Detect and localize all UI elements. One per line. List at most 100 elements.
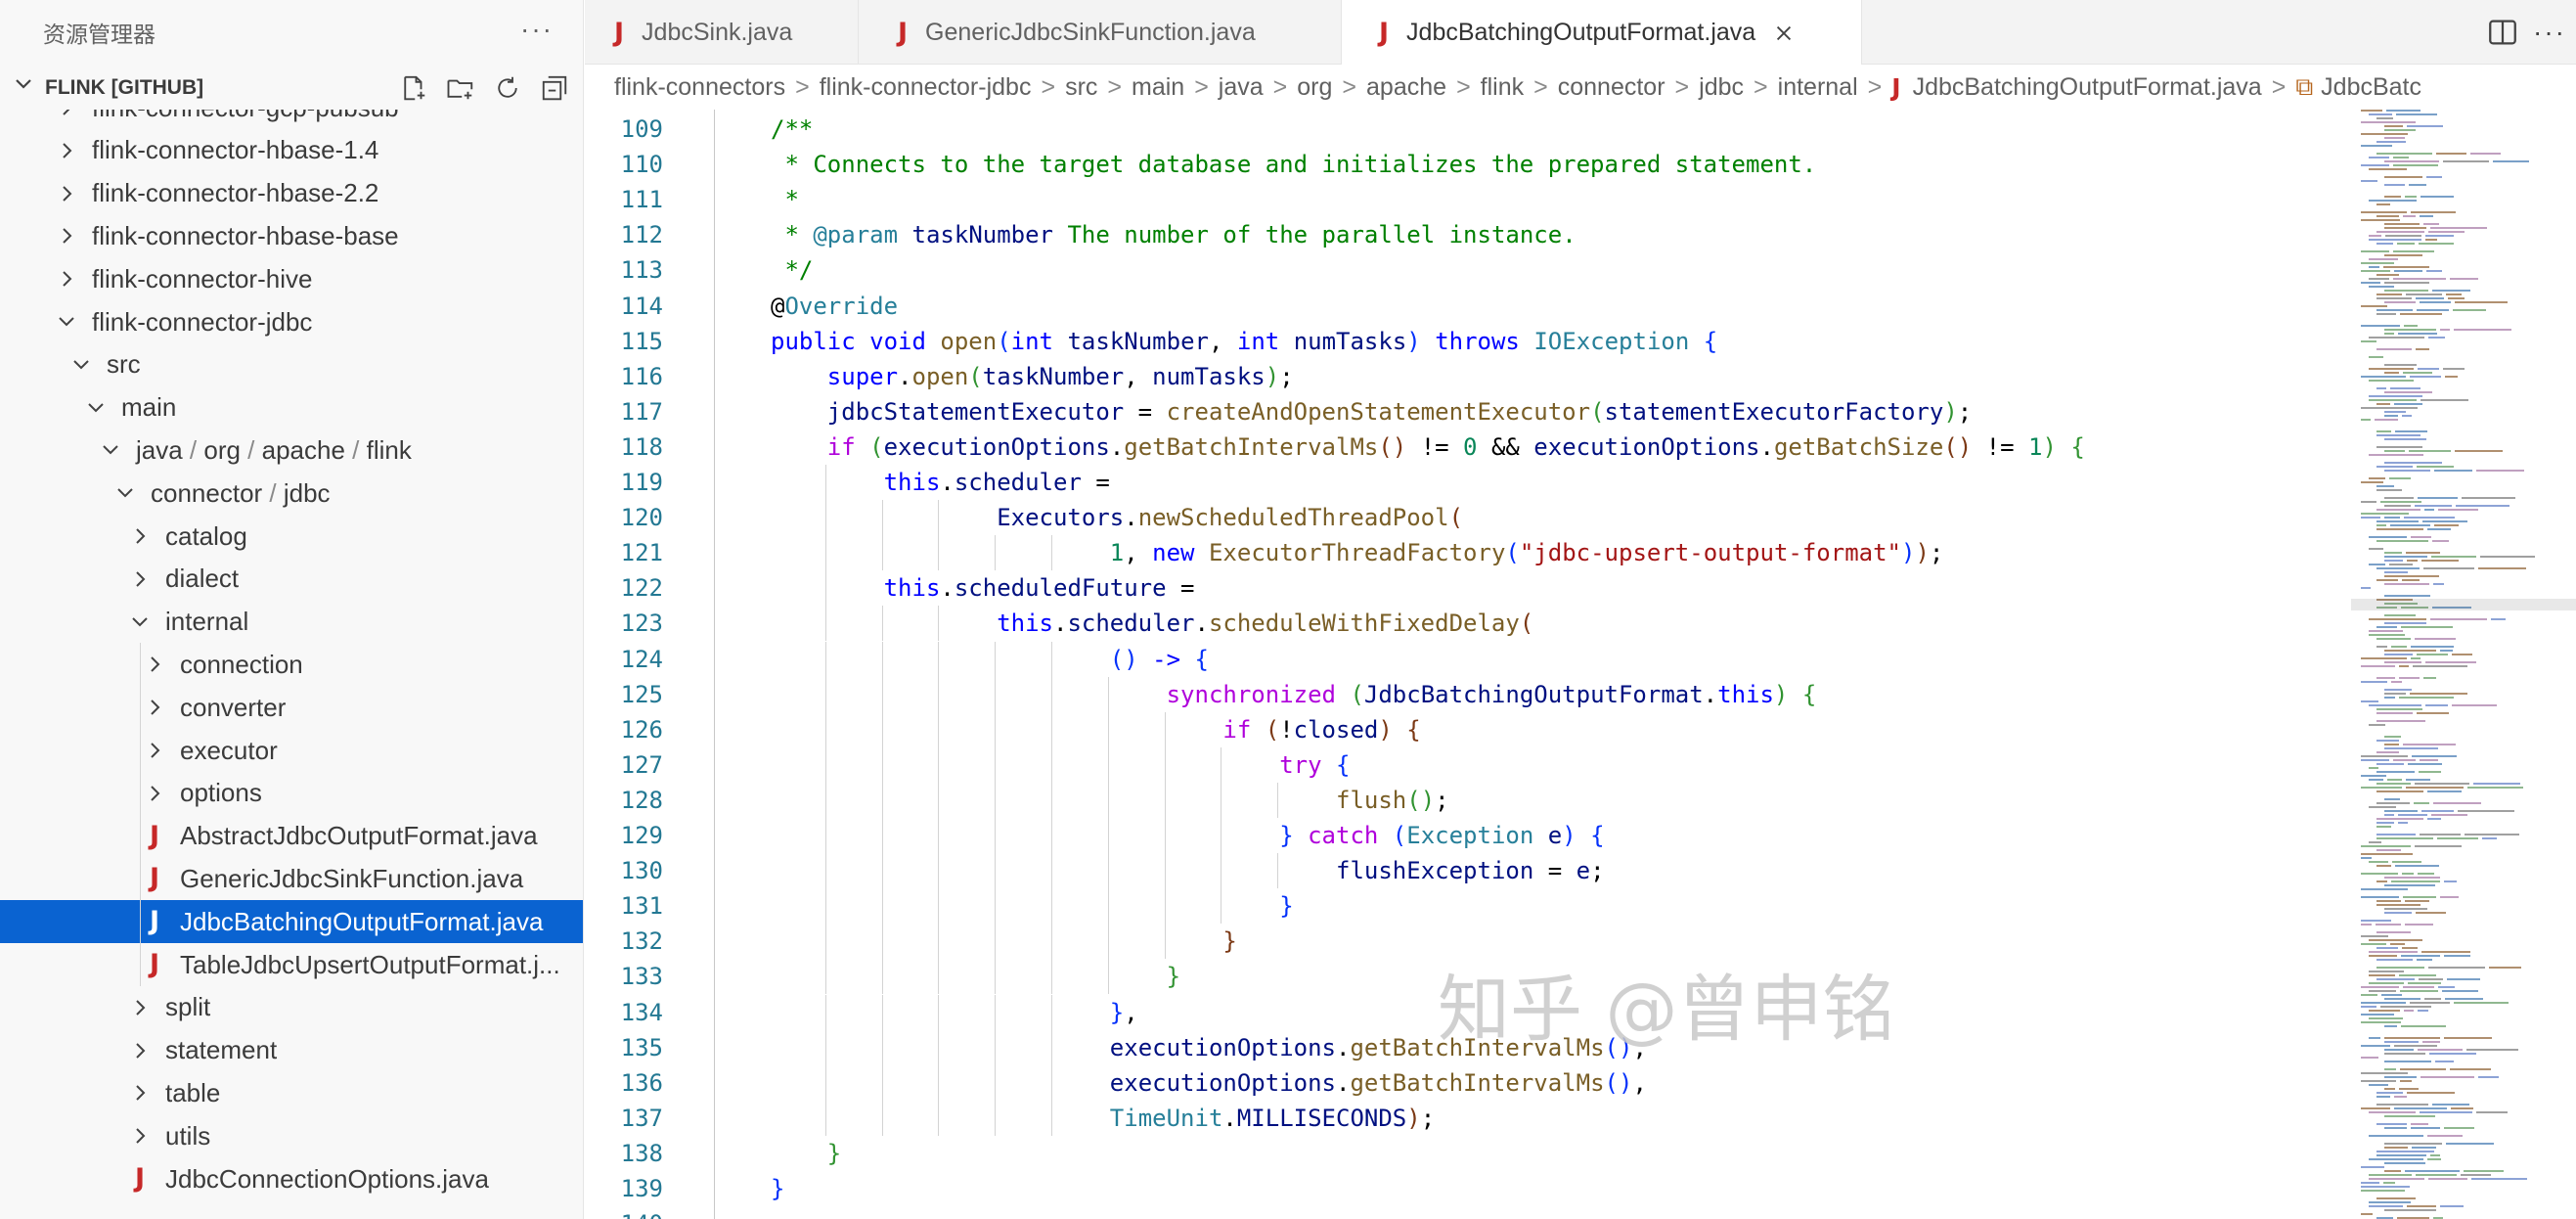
tree-file-item[interactable]: J AbstractJdbcOutputFormat.java [0, 815, 583, 858]
code-line[interactable]: try { [1279, 747, 1350, 783]
tree-folder-item[interactable]: flink-connector-hbase-2.2 [0, 172, 583, 215]
code-line[interactable]: if (!closed) { [1222, 712, 1420, 747]
tree-folder-item[interactable]: table [0, 1071, 583, 1114]
tree-folder-item[interactable]: executor [0, 729, 583, 772]
split-editor-icon[interactable] [2486, 16, 2519, 49]
refresh-button[interactable] [490, 70, 525, 106]
code-line[interactable]: * Connects to the target database and in… [771, 147, 1816, 182]
tree-folder-item[interactable]: dialect [0, 558, 583, 601]
code-line[interactable]: * [771, 182, 798, 217]
tree-folder-item[interactable]: connector / jdbc [0, 472, 583, 515]
tree-item-label: internal [165, 607, 249, 637]
minimap-line [2394, 1045, 2437, 1047]
code-token: = [1533, 857, 1577, 885]
code-line[interactable]: Executors.newScheduledThreadPool( [997, 500, 1463, 535]
tree-folder-item[interactable]: flink-connector-gcp-pubsub [0, 110, 583, 129]
indent-guide [824, 1100, 826, 1136]
tree-folder-item[interactable]: converter [0, 686, 583, 729]
code-line[interactable]: executionOptions.getBatchIntervalMs(), [1110, 1065, 1647, 1101]
breadcrumb-item[interactable]: jdbc [1699, 73, 1744, 102]
tree-file-item[interactable]: J TableJdbcUpsertOutputFormat.j... [0, 943, 583, 986]
minimap-line [2430, 227, 2487, 229]
code-line[interactable]: /** [771, 112, 813, 147]
code-line[interactable]: public void open(int taskNumber, int num… [771, 324, 1717, 359]
tab-generic-jdbc-sink-function[interactable]: J GenericJdbcSinkFunction.java [859, 0, 1342, 65]
breadcrumb-item[interactable]: connector [1558, 73, 1666, 102]
tree-folder-item[interactable]: flink-connector-hive [0, 257, 583, 300]
new-folder-button[interactable] [443, 70, 478, 106]
code-line[interactable]: * @param taskNumber The number of the pa… [771, 217, 1576, 252]
breadcrumb-item[interactable]: org [1297, 73, 1332, 102]
tree-file-item[interactable]: J GenericJdbcSinkFunction.java [0, 857, 583, 900]
new-file-button[interactable] [396, 70, 431, 106]
minimap-line [2394, 1107, 2447, 1109]
tree-folder-item[interactable]: statement [0, 1029, 583, 1072]
tree-folder-item[interactable]: options [0, 772, 583, 815]
close-icon[interactable] [1773, 23, 1795, 44]
code-line[interactable]: this.scheduler = [884, 465, 1110, 500]
breadcrumb-item[interactable]: apache [1366, 73, 1446, 102]
minimap-line [2369, 477, 2385, 479]
code-line[interactable]: this.scheduledFuture = [884, 570, 1195, 606]
breadcrumb: flink-connectors > flink-connector-jdbc > sr… [585, 65, 2576, 110]
breadcrumb-item[interactable]: flink-connector-jdbc [820, 73, 1032, 102]
code-line[interactable]: } [771, 1171, 784, 1206]
line-number: 110 [620, 151, 663, 179]
tab-jdbc-batching-output-format[interactable]: J JdbcBatchingOutputFormat.java [1342, 0, 1862, 66]
code-line[interactable]: } catch (Exception e) { [1279, 818, 1604, 853]
collapse-all-button[interactable] [537, 70, 572, 106]
code-line[interactable]: */ [771, 252, 813, 288]
breadcrumb-item[interactable]: flink-connectors [614, 73, 785, 102]
code-line[interactable]: flushException = e; [1336, 853, 1605, 888]
tree-folder-item[interactable]: internal [0, 601, 583, 644]
code-line[interactable]: () -> { [1110, 642, 1209, 677]
breadcrumb-symbol[interactable]: JdbcBatc [2321, 73, 2421, 102]
code-line[interactable]: } [827, 1136, 841, 1171]
tree-folder-item[interactable]: src [0, 343, 583, 386]
code-line[interactable]: this.scheduler.scheduleWithFixedDelay( [997, 606, 1533, 641]
breadcrumb-item[interactable]: src [1065, 73, 1097, 102]
tree-folder-item[interactable]: flink-connector-hbase-1.4 [0, 129, 583, 172]
minimap-line [2402, 873, 2414, 875]
tree-folder-item[interactable]: connection [0, 643, 583, 686]
indent-guide [824, 818, 826, 854]
tab-jdbc-sink[interactable]: J JdbcSink.java [585, 0, 859, 65]
tree-folder-item[interactable]: java / org / apache / flink [0, 429, 583, 472]
chevron-right-icon [151, 656, 160, 673]
code-line[interactable]: 1, new ExecutorThreadFactory("jdbc-upser… [1110, 535, 1944, 570]
code-line[interactable]: flush(); [1336, 783, 1449, 818]
code-line[interactable]: } [1222, 924, 1236, 959]
workspace-section-header[interactable]: FLINK [GITHUB] [0, 65, 583, 110]
code-line[interactable]: if (executionOptions.getBatchIntervalMs(… [827, 429, 2085, 465]
tree-folder-item[interactable]: main [0, 386, 583, 429]
breadcrumb-item[interactable]: flink [1481, 73, 1524, 102]
more-actions-icon[interactable]: ··· [2533, 17, 2566, 48]
tree-file-item[interactable]: J JdbcBatchingOutputFormat.java [0, 900, 583, 944]
tree-folder-item[interactable]: flink-connector-jdbc [0, 300, 583, 343]
minimap[interactable] [2351, 110, 2576, 1219]
code-line[interactable]: } [1279, 888, 1293, 924]
code-line[interactable]: } [1167, 959, 1180, 994]
breadcrumb-item[interactable]: java [1219, 73, 1264, 102]
breadcrumb-item[interactable]: internal [1778, 73, 1858, 102]
tree-folder-item[interactable]: catalog [0, 515, 583, 558]
tree-folder-item[interactable]: flink-connector-hbase-base [0, 214, 583, 257]
minimap-line [2417, 309, 2449, 311]
breadcrumb-file[interactable]: JdbcBatchingOutputFormat.java [1913, 73, 2262, 102]
minimap-line [2369, 1010, 2400, 1012]
minimap-line [2478, 1076, 2499, 1078]
tree-folder-item[interactable]: split [0, 986, 583, 1029]
code-line[interactable]: TimeUnit.MILLISECONDS); [1110, 1101, 1435, 1136]
indent-guide [1051, 994, 1052, 1030]
code-line[interactable]: super.open(taskNumber, numTasks); [827, 359, 1294, 394]
explorer-more-icon[interactable]: ··· [520, 14, 554, 45]
code-line[interactable]: jdbcStatementExecutor = createAndOpenSta… [827, 394, 1972, 429]
tree-file-item[interactable]: J JdbcConnectionOptions.java [0, 1157, 583, 1200]
tree-folder-item[interactable]: utils [0, 1114, 583, 1157]
code-line[interactable]: @Override [771, 289, 898, 324]
breadcrumb-item[interactable]: main [1132, 73, 1184, 102]
code-line[interactable]: }, [1110, 995, 1138, 1030]
code-line[interactable]: synchronized (JdbcBatchingOutputFormat.t… [1167, 677, 1817, 712]
minimap-viewport[interactable] [2351, 599, 2576, 610]
